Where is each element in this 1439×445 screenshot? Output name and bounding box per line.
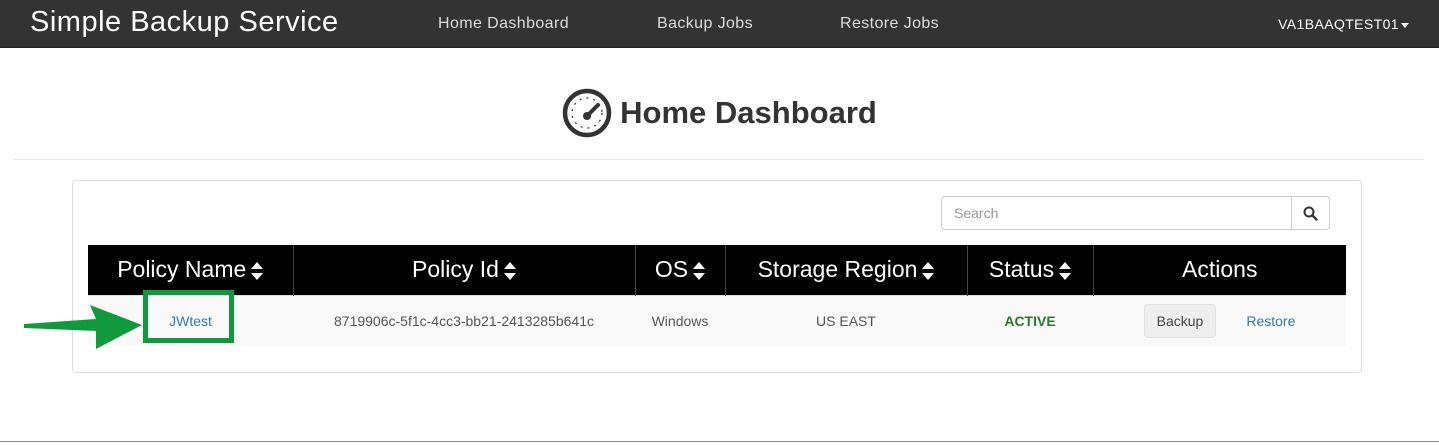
page-title: Home Dashboard [620,95,877,130]
annotation-highlight-box [143,290,234,343]
sort-icon [503,262,516,281]
policies-table: Policy Name Policy Id OS Storage Region … [88,245,1346,346]
dashboard-gauge-icon [562,88,612,138]
policy-id-cell: 8719906c-5f1c-4cc3-bb21-2413285b641c [293,294,635,346]
policies-panel: Policy Name Policy Id OS Storage Region … [72,180,1362,373]
user-name: VA1BAAQTEST01 [1278,16,1399,32]
col-actions: Actions [1093,245,1346,295]
bottom-divider [0,441,1439,442]
nav-restore-jobs[interactable]: Restore Jobs [840,15,939,33]
sort-icon [1059,262,1072,281]
col-status[interactable]: Status [967,245,1094,295]
sort-icon [693,262,706,281]
header-divider [14,159,1424,160]
restore-link[interactable]: Restore [1246,313,1295,329]
search-icon [1303,206,1318,221]
nav-backup-jobs[interactable]: Backup Jobs [657,15,753,33]
nav-home-dashboard[interactable]: Home Dashboard [438,15,569,33]
brand-title[interactable]: Simple Backup Service [30,6,339,39]
table-row: JWtest 8719906c-5f1c-4cc3-bb21-2413285b6… [88,294,1346,346]
region-cell: US EAST [725,294,967,346]
col-policy-name[interactable]: Policy Name [88,245,294,295]
sort-icon [922,262,935,281]
col-policy-id[interactable]: Policy Id [293,245,636,295]
col-storage-region[interactable]: Storage Region [725,245,968,295]
os-cell: Windows [635,294,725,346]
page-header: Home Dashboard [0,88,1439,140]
status-badge: ACTIVE [1004,312,1056,329]
actions-cell: Backup Restore [1093,294,1346,346]
table-header-row: Policy Name Policy Id OS Storage Region … [88,245,1346,295]
sort-icon [251,262,264,281]
search-group [941,196,1330,230]
caret-down-icon [1401,22,1409,28]
search-input[interactable] [941,196,1291,230]
annotation-arrow-icon [24,305,142,349]
top-navbar: Simple Backup Service Home Dashboard Bac… [0,0,1439,48]
col-os[interactable]: OS [635,245,726,295]
backup-button[interactable]: Backup [1143,303,1217,338]
user-menu[interactable]: VA1BAAQTEST01 [1278,16,1409,32]
search-button[interactable] [1291,196,1330,230]
